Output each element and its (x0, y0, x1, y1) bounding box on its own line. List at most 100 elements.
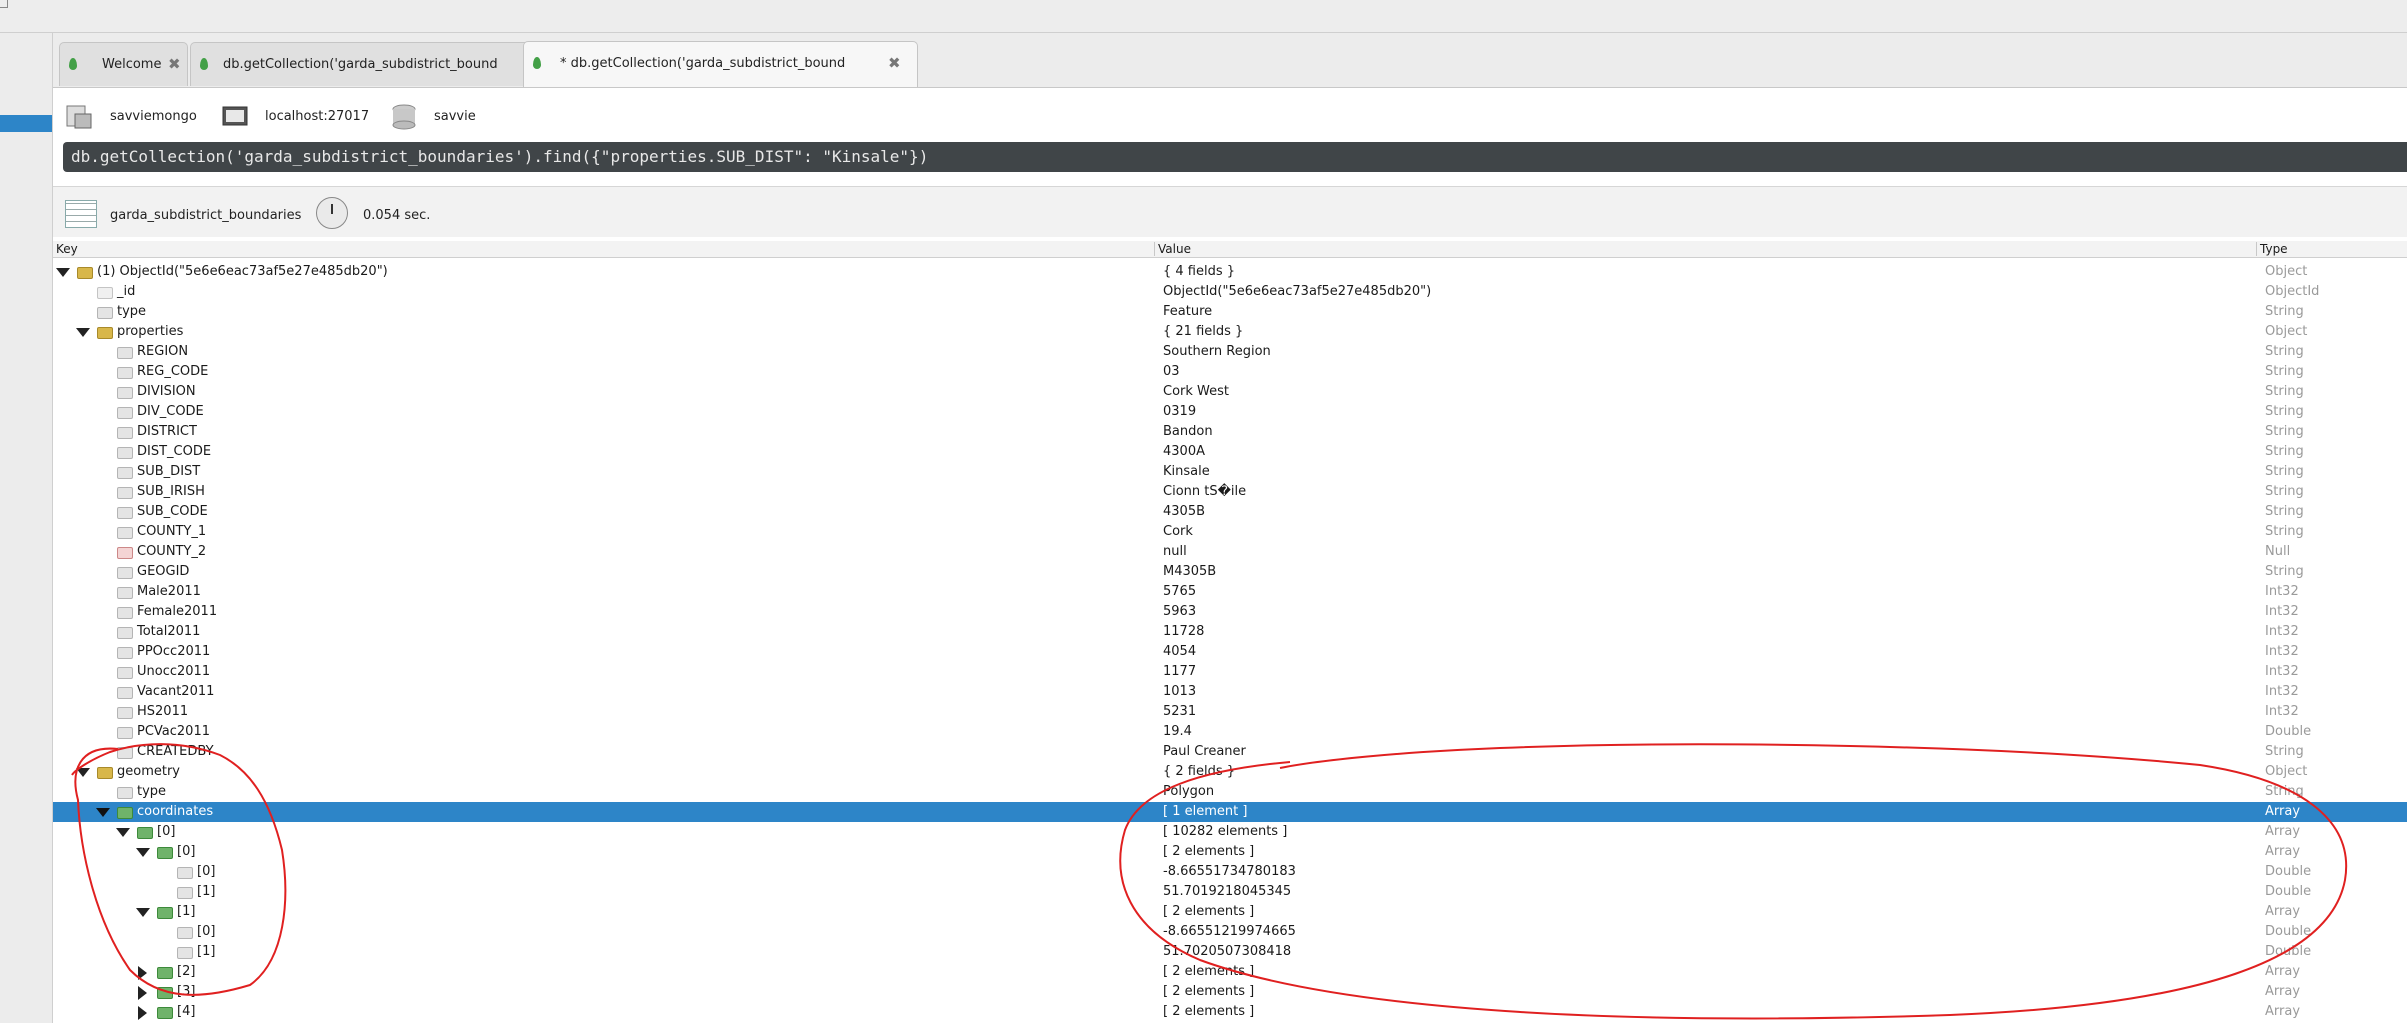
row-key: DISTRICT (137, 424, 197, 439)
tree-row[interactable]: (1) ObjectId("5e6e6eac73af5e27e485db20")… (53, 262, 2407, 282)
row-key: [3] (177, 984, 196, 999)
close-icon[interactable]: ✖ (168, 55, 181, 73)
tree-row[interactable]: [0] [ 2 elements ] Array (53, 842, 2407, 862)
row-value: 51.7019218045345 (1163, 884, 1292, 899)
tree-row[interactable]: GEOGID M4305B String (53, 562, 2407, 582)
collapse-arrow-icon[interactable] (136, 908, 150, 917)
array-icon (157, 907, 173, 919)
expand-arrow-icon[interactable] (138, 986, 147, 1000)
row-value: Polygon (1163, 784, 1215, 799)
tree-row[interactable]: type Polygon String (53, 782, 2407, 802)
tree-row[interactable]: [0] -8.66551219974665 Double (53, 922, 2407, 942)
object-icon (97, 327, 113, 339)
tree-row[interactable]: DIV_CODE 0319 String (53, 402, 2407, 422)
row-key: COUNTY_2 (137, 544, 207, 559)
row-type: Int32 (2265, 604, 2299, 619)
column-header-value[interactable]: Value (1154, 242, 2258, 256)
tree-row[interactable]: properties { 21 fields } Object (53, 322, 2407, 342)
number-icon (117, 587, 133, 599)
collapse-arrow-icon[interactable] (76, 768, 90, 777)
tab-welcome[interactable]: Welcome ✖ (59, 42, 188, 86)
tab-strip: Welcome ✖ db.getCollection('garda_subdis… (53, 33, 2407, 88)
expand-arrow-icon[interactable] (138, 1006, 147, 1020)
tree-row[interactable]: [1] [ 2 elements ] Array (53, 902, 2407, 922)
tree-row[interactable]: [1] 51.7019218045345 Double (53, 882, 2407, 902)
tree-row[interactable]: DIVISION Cork West String (53, 382, 2407, 402)
row-value: 51.7020507308418 (1163, 944, 1292, 959)
tree-row[interactable]: coordinates [ 1 element ] Array (53, 802, 2407, 822)
tab-query-1[interactable]: db.getCollection('garda_subdistrict_boun… (190, 42, 575, 86)
result-tree-view[interactable]: Key Value Type (1) ObjectId("5e6e6eac73a… (53, 241, 2407, 1023)
tree-row[interactable]: Female2011 5963 Int32 (53, 602, 2407, 622)
tree-row[interactable]: SUB_CODE 4305B String (53, 502, 2407, 522)
column-header-key[interactable]: Key (53, 242, 1156, 256)
tree-row[interactable]: [3] [ 2 elements ] Array (53, 982, 2407, 1002)
collapse-arrow-icon[interactable] (76, 328, 90, 337)
tree-row[interactable]: Unocc2011 1177 Int32 (53, 662, 2407, 682)
collapse-arrow-icon[interactable] (116, 828, 130, 837)
string-icon (97, 307, 113, 319)
row-key: SUB_CODE (137, 504, 208, 519)
server-icon (66, 105, 92, 129)
row-value: 1013 (1163, 684, 1197, 699)
tree-row[interactable]: [1] 51.7020507308418 Double (53, 942, 2407, 962)
tree-row[interactable]: Total2011 11728 Int32 (53, 622, 2407, 642)
tree-row[interactable]: COUNTY_1 Cork String (53, 522, 2407, 542)
tree-row[interactable]: [0] -8.66551734780183 Double (53, 862, 2407, 882)
tab-label: db.getCollection('garda_subdistrict_boun… (223, 57, 498, 72)
row-type: Int32 (2265, 584, 2299, 599)
query-editor[interactable]: db.getCollection('garda_subdistrict_boun… (63, 142, 2407, 172)
tree-row[interactable]: type Feature String (53, 302, 2407, 322)
tree-header: Key Value Type (53, 241, 2407, 258)
row-type: Double (2265, 864, 2312, 879)
database-name: savvie (434, 109, 476, 124)
string-icon (117, 367, 133, 379)
row-value: 03 (1163, 364, 1180, 379)
row-type: Int32 (2265, 644, 2299, 659)
monitor-icon (222, 106, 248, 126)
tree-row[interactable]: Vacant2011 1013 Int32 (53, 682, 2407, 702)
expand-arrow-icon[interactable] (138, 966, 147, 980)
column-header-type[interactable]: Type (2256, 242, 2407, 256)
tree-row[interactable]: SUB_DIST Kinsale String (53, 462, 2407, 482)
row-type: String (2265, 304, 2304, 319)
string-icon (117, 407, 133, 419)
row-type: String (2265, 404, 2304, 419)
tree-row[interactable]: REG_CODE 03 String (53, 362, 2407, 382)
tree-row[interactable]: [0] [ 10282 elements ] Array (53, 822, 2407, 842)
number-icon (117, 627, 133, 639)
row-key: PPOcc2011 (137, 644, 211, 659)
tree-row[interactable]: DIST_CODE 4300A String (53, 442, 2407, 462)
row-type: String (2265, 384, 2304, 399)
tree-row[interactable]: Male2011 5765 Int32 (53, 582, 2407, 602)
collapse-arrow-icon[interactable] (136, 848, 150, 857)
tree-row[interactable]: _id ObjectId("5e6e6eac73af5e27e485db20") O… (53, 282, 2407, 302)
tree-row[interactable]: geometry { 2 fields } Object (53, 762, 2407, 782)
tree-row[interactable]: [2] [ 2 elements ] Array (53, 962, 2407, 982)
tree-row[interactable]: CREATEDBY Paul Creaner String (53, 742, 2407, 762)
mongo-leaf-icon (533, 57, 541, 69)
row-value: Southern Region (1163, 344, 1271, 359)
tree-row[interactable]: HS2011 5231 Int32 (53, 702, 2407, 722)
close-icon[interactable]: ✖ (888, 54, 901, 72)
row-type: String (2265, 524, 2304, 539)
tree-row[interactable]: PCVac2011 19.4 Double (53, 722, 2407, 742)
collapse-arrow-icon[interactable] (96, 808, 110, 817)
tree-row[interactable]: DISTRICT Bandon String (53, 422, 2407, 442)
number-icon (177, 867, 193, 879)
row-value: 1177 (1163, 664, 1197, 679)
tree-row[interactable]: REGION Southern Region String (53, 342, 2407, 362)
number-icon (117, 707, 133, 719)
number-icon (117, 647, 133, 659)
tree-row[interactable]: SUB_IRISH Cionn tS�ile String (53, 482, 2407, 502)
collapse-arrow-icon[interactable] (56, 268, 70, 277)
connection-sidebar (0, 33, 53, 1023)
row-value: Cionn tS�ile (1163, 484, 1247, 499)
tab-query-2[interactable]: * db.getCollection('garda_subdistrict_bo… (523, 41, 918, 87)
sidebar-selected-item[interactable] (0, 115, 52, 132)
row-type: Double (2265, 944, 2312, 959)
tree-row[interactable]: COUNTY_2 null Null (53, 542, 2407, 562)
row-key: REGION (137, 344, 189, 359)
tree-row[interactable]: PPOcc2011 4054 Int32 (53, 642, 2407, 662)
tree-row[interactable]: [4] [ 2 elements ] Array (53, 1002, 2407, 1022)
